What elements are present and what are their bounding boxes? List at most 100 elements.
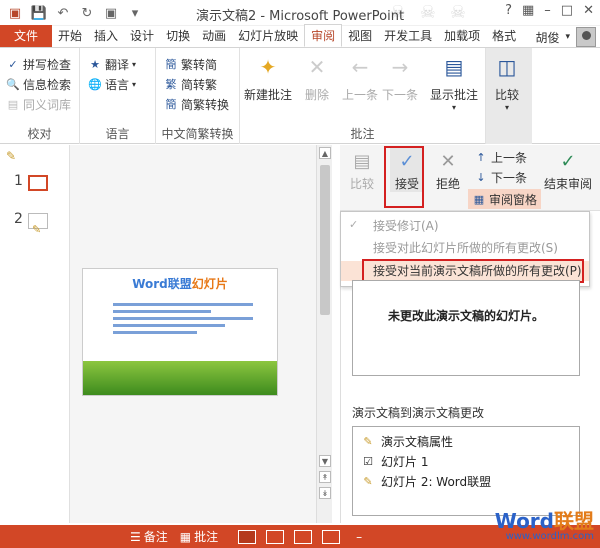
compare-button[interactable]: ◫ 比较 ▾ xyxy=(492,52,522,112)
thesaurus-button[interactable]: ▤ 同义词库 xyxy=(6,94,71,114)
group-comments: ✦ 新建批注 ✕ 删除 ← 上一条 → 下一条 ▤ 显示批注 ▾ 批注 xyxy=(240,48,486,144)
reading-view-icon[interactable] xyxy=(294,529,313,544)
show-comments-button[interactable]: ▤ 显示批注 ▾ xyxy=(430,52,478,112)
tab-home[interactable]: 开始 xyxy=(52,25,88,47)
group-label-chinese: 中文简繁转换 xyxy=(161,127,234,141)
new-comment-button[interactable]: ✦ 新建批注 xyxy=(244,52,292,103)
spell-check-button[interactable]: ✓ 拼写检查 xyxy=(6,54,71,74)
slide-thumbnail-1[interactable] xyxy=(28,175,48,191)
menu-accept-revision[interactable]: 接受修订(A) xyxy=(341,216,589,236)
chinese-conversion-icon: 簡 xyxy=(165,98,177,111)
slide-number-1: 1 xyxy=(14,173,23,189)
tab-addins[interactable]: 加载项 xyxy=(438,25,486,47)
scroll-thumb[interactable] xyxy=(320,165,330,315)
next-comment-icon: → xyxy=(391,55,409,79)
accepted-revision-icon: ☑ xyxy=(363,455,373,468)
simp-to-trad-button[interactable]: 繁简转繁 xyxy=(164,74,229,94)
user-area[interactable]: 胡俊 ▾ xyxy=(535,27,600,47)
vertical-scrollbar[interactable]: ▲ ▼ ↟ ↡ xyxy=(316,145,332,523)
simp-to-trad-icon: 繁 xyxy=(165,78,177,91)
change-item-properties[interactable]: ✎ 演示文稿属性 xyxy=(361,433,453,450)
change-item-slide-2[interactable]: ✎ 幻灯片 2: Word联盟 xyxy=(361,473,491,490)
minimize-icon[interactable]: – xyxy=(544,3,551,18)
tab-view[interactable]: 视图 xyxy=(342,25,378,47)
pane-compare-icon: ▤ xyxy=(353,150,371,172)
no-slide-changes-text: 未更改此演示文稿的幻灯片。 xyxy=(387,309,544,323)
prev-comment-icon: ← xyxy=(351,55,369,79)
slide-number-2: 2 xyxy=(14,211,23,227)
new-comment-icon: ✦ xyxy=(259,55,277,79)
notes-icon: ☰ xyxy=(130,529,141,544)
group-proofing: ✓ 拼写检查 🔍 信息检索 ▤ 同义词库 校对 xyxy=(0,48,80,144)
tab-format[interactable]: 格式 xyxy=(486,25,522,47)
translate-button[interactable]: ★ 翻译 ▾ xyxy=(88,54,136,74)
next-comment-button[interactable]: → 下一条 xyxy=(382,52,418,103)
end-review-button[interactable]: ✓ 结束审阅 xyxy=(544,147,592,192)
slideshow-view-icon[interactable] xyxy=(322,529,341,544)
comments-button[interactable]: ▦ 批注 xyxy=(180,528,218,545)
tab-transitions[interactable]: 切换 xyxy=(160,25,196,47)
watermark-logo: Word联盟 www.wordlm.com xyxy=(495,505,594,542)
ribbon-tabs: 文件 开始 插入 设计 切换 动画 幻灯片放映 审阅 视图 开发工具 加载项 格… xyxy=(0,24,600,48)
accept-highlight-box xyxy=(384,146,424,208)
research-button[interactable]: 🔍 信息检索 xyxy=(6,74,71,94)
prev-comment-button[interactable]: ← 上一条 xyxy=(342,52,378,103)
changes-marker-icon: ✎ xyxy=(6,149,17,163)
tab-developer[interactable]: 开发工具 xyxy=(378,25,438,47)
tab-file[interactable]: 文件 xyxy=(0,25,53,47)
tab-insert[interactable]: 插入 xyxy=(88,25,124,47)
slide-title: Word联盟幻灯片 xyxy=(132,277,228,291)
tab-animations[interactable]: 动画 xyxy=(196,25,232,47)
trad-to-simp-icon: 簡 xyxy=(165,58,177,71)
notes-button[interactable]: ☰ 备注 xyxy=(130,528,168,545)
group-compare: ◫ 比较 ▾ xyxy=(486,48,532,144)
delete-comment-icon: ✕ xyxy=(308,55,326,79)
ribbon-display-icon[interactable]: ▦ xyxy=(522,3,534,18)
tab-slideshow[interactable]: 幻灯片放映 xyxy=(232,25,304,47)
prev-change-button[interactable]: ↑ 上一条 xyxy=(474,147,527,167)
language-button[interactable]: 🌐 语言 ▾ xyxy=(88,74,136,94)
reject-icon: ✕ xyxy=(440,150,456,172)
presentation-changes-list: ✎ 演示文稿属性 ☑ 幻灯片 1 ✎ 幻灯片 2: Word联盟 xyxy=(352,426,580,516)
translate-icon: ★ xyxy=(90,57,100,71)
chinese-conversion-button[interactable]: 簡简繁转换 xyxy=(164,94,230,114)
zoom-out-icon[interactable]: – xyxy=(356,530,362,544)
prev-slide-icon[interactable]: ↟ xyxy=(319,471,331,483)
pane-compare-button[interactable]: ▤ 比较 xyxy=(348,147,376,192)
slide-footer-band xyxy=(83,361,277,395)
next-change-button[interactable]: ↓ 下一条 xyxy=(474,167,527,187)
normal-view-icon[interactable] xyxy=(238,529,257,544)
scroll-down-icon[interactable]: ▼ xyxy=(319,455,331,467)
user-name: 胡俊 xyxy=(535,30,560,45)
slide-sorter-icon[interactable] xyxy=(266,529,285,544)
revision-marker-icon: ✎ xyxy=(363,475,373,488)
trad-to-simp-button[interactable]: 簡繁转简 xyxy=(164,54,229,74)
reviewing-pane-icon: ▦ xyxy=(473,192,485,206)
group-label-proofing: 校对 xyxy=(27,127,52,141)
menu-accept-slide-changes[interactable]: 接受对此幻灯片所做的所有更改(S) xyxy=(341,238,589,258)
group-language: ★ 翻译 ▾ 🌐 语言 ▾ 语言 xyxy=(80,48,156,144)
change-item-slide-1[interactable]: ☑ 幻灯片 1 xyxy=(361,453,428,470)
slide-content-lines xyxy=(113,299,253,338)
reject-button[interactable]: ✕ 拒绝 xyxy=(434,147,462,192)
show-comments-icon: ▤ xyxy=(444,55,464,79)
presentation-changes-heading: 演示文稿到演示文稿更改 xyxy=(352,406,485,420)
slide-canvas[interactable]: Word联盟幻灯片 xyxy=(82,268,278,396)
next-change-icon: ↓ xyxy=(476,170,486,184)
group-label-comments: 批注 xyxy=(350,127,375,141)
next-slide-icon[interactable]: ↡ xyxy=(319,487,331,499)
tab-design[interactable]: 设计 xyxy=(124,25,160,47)
thesaurus-icon: ▤ xyxy=(7,97,19,111)
comment-icon: ▦ xyxy=(179,529,192,544)
maximize-icon[interactable]: □ xyxy=(561,3,573,18)
help-icon[interactable]: ? xyxy=(505,3,512,18)
scroll-up-icon[interactable]: ▲ xyxy=(319,147,331,159)
group-label-language: 语言 xyxy=(105,127,130,141)
tab-review[interactable]: 审阅 xyxy=(304,24,343,47)
revisions-toolbar: ▤ 比较 ✓ 接受 ✕ 拒绝 ↑ 上一条 ↓ 下一条 ▦ 审阅窗格 ✓ 结束审阅 xyxy=(340,145,600,211)
close-icon[interactable]: ✕ xyxy=(583,3,594,18)
delete-comment-button[interactable]: ✕ 删除 xyxy=(302,52,332,103)
reviewing-pane-button[interactable]: ▦ 审阅窗格 xyxy=(468,189,542,209)
compare-icon: ◫ xyxy=(497,55,517,79)
research-icon: 🔍 xyxy=(6,77,20,91)
